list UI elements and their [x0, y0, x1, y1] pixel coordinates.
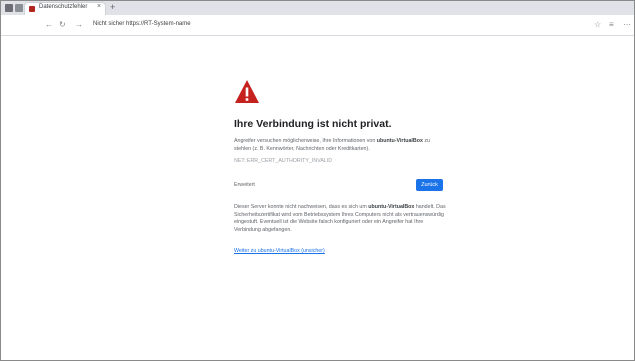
- error-heading: Ihre Verbindung ist nicht privat.: [234, 118, 392, 130]
- address-toolbar: ← ↻ → Nicht sicher https://RT-System-nam…: [1, 15, 634, 36]
- error-description: Angreifer versuchen möglicherweise, Ihre…: [234, 138, 444, 153]
- details-text-start: Dieser Server konnte nicht nachweisen, d…: [234, 204, 369, 210]
- description-text: Angreifer versuchen möglicherweise, Ihre…: [234, 138, 377, 144]
- forward-arrow-icon[interactable]: →: [75, 20, 83, 29]
- collections-icon[interactable]: ≡: [609, 20, 614, 29]
- error-code: NET::ERR_CERT_AUTHORITY_INVALID: [234, 158, 333, 164]
- tab-title: Datenschutzfehler: [39, 4, 88, 10]
- details-host-name: ubuntu-VirtualBox: [368, 204, 415, 210]
- reload-icon[interactable]: ↻: [59, 20, 66, 29]
- host-name: ubuntu-VirtualBox: [376, 138, 423, 144]
- tab-active[interactable]: Datenschutzfehler ×: [25, 3, 105, 15]
- warning-favicon-icon: [29, 6, 35, 12]
- error-page: Ihre Verbindung ist nicht privat. Angrei…: [0, 36, 635, 359]
- back-to-safety-button[interactable]: Zurück: [416, 179, 443, 191]
- new-tab-button[interactable]: +: [110, 2, 115, 12]
- warning-triangle-icon: [235, 80, 259, 103]
- tab-actions-icon[interactable]: [15, 4, 23, 12]
- details-text: Dieser Server konnte nicht nachweisen, d…: [234, 204, 446, 234]
- window-menu-icon[interactable]: [5, 4, 13, 12]
- address-bar[interactable]: Nicht sicher https://RT-System-name: [93, 21, 191, 27]
- close-tab-icon[interactable]: ×: [97, 3, 101, 10]
- back-arrow-icon[interactable]: ←: [45, 20, 53, 29]
- tab-strip: Datenschutzfehler × +: [1, 1, 634, 16]
- proceed-unsafe-link[interactable]: Weiter zu ubuntu-VirtualBox (unsicher): [234, 248, 325, 254]
- more-menu-icon[interactable]: ⋯: [623, 20, 631, 29]
- advanced-button[interactable]: Erweitert: [234, 182, 255, 188]
- favorites-star-icon[interactable]: ☆: [594, 20, 601, 29]
